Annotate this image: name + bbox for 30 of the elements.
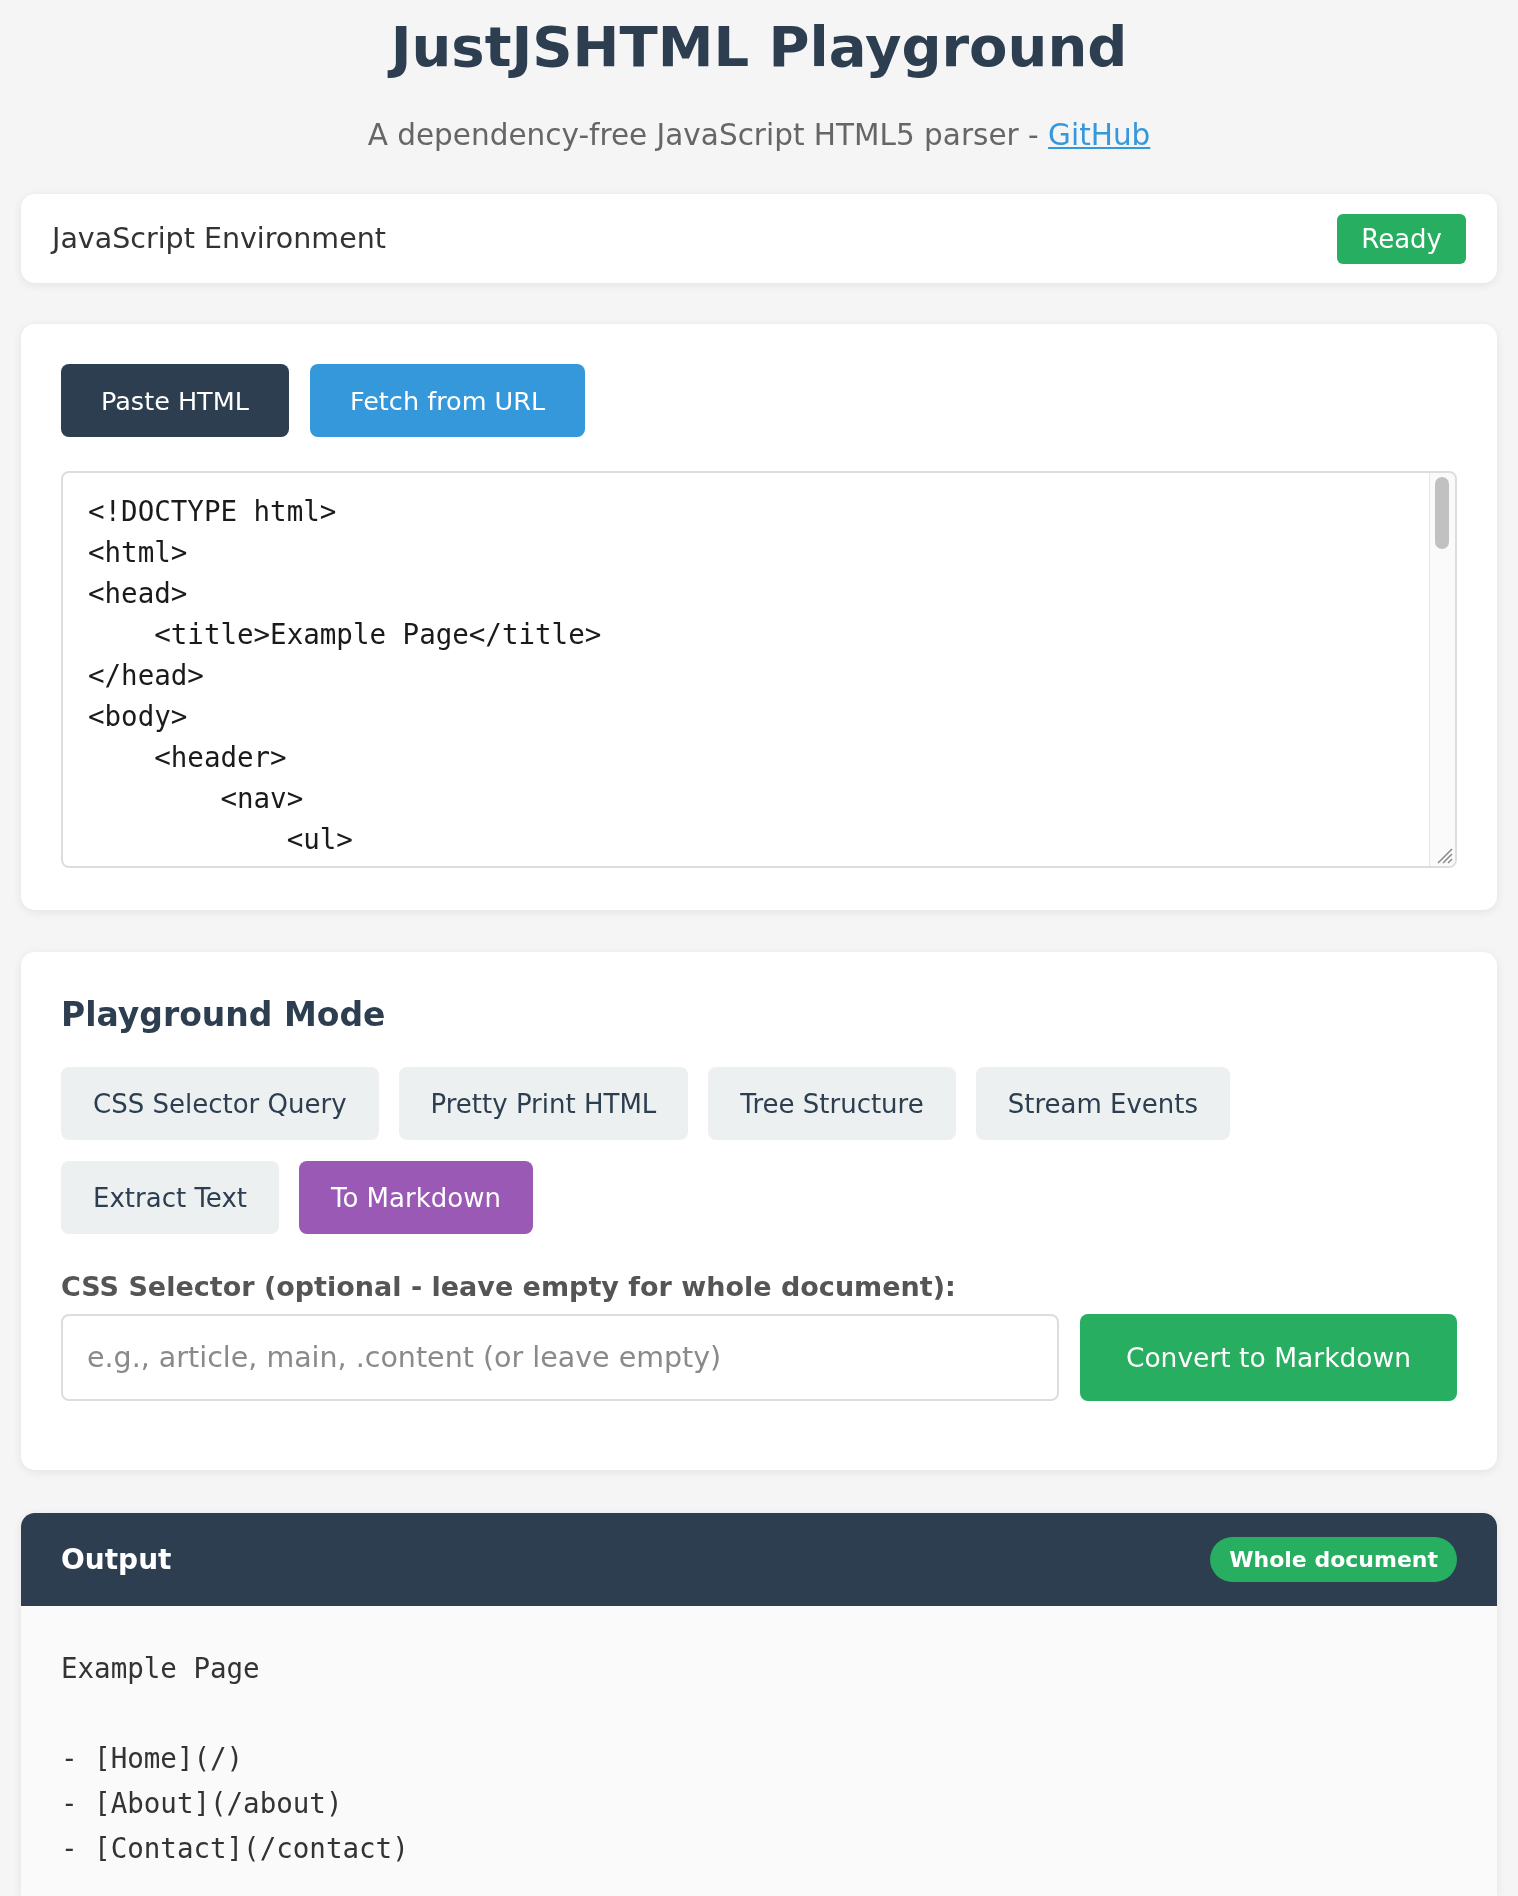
code-line: <title>Example Page</title> (153, 617, 602, 652)
mode-button[interactable]: Pretty Print HTML (398, 1067, 689, 1140)
code-line: <header> (153, 740, 287, 775)
mode-button[interactable]: CSS Selector Query (61, 1067, 379, 1140)
output-title: Output (61, 1543, 172, 1576)
subtitle-text: A dependency-free JavaScript HTML5 parser - GitHub (367, 117, 1151, 153)
selector-label: CSS Selector (optional - leave empty for whole document): (61, 1270, 956, 1304)
code-line: <!DOCTYPE html> (88, 494, 337, 529)
scope-badge: Whole document (1210, 1537, 1457, 1582)
environment-label: JavaScript Environment (52, 222, 386, 255)
code-line: <html> (88, 535, 188, 570)
scrollbar-thumb[interactable] (1435, 477, 1449, 549)
output-line: - [About](/about) (61, 1786, 343, 1821)
mode-button[interactable]: To Markdown (298, 1161, 533, 1234)
code-line: </head> (88, 658, 204, 693)
html-editor-field[interactable]: <!DOCTYPE html> <html> <head> <title>Example Page</title> </head> <body> <header> <nav> <ul> (61, 471, 1457, 868)
status-badge: Ready (1337, 213, 1466, 264)
mode-button[interactable]: Tree Structure (708, 1067, 956, 1140)
section-heading: Playground Mode (61, 994, 386, 1036)
mode-button[interactable]: Stream Events (975, 1067, 1231, 1140)
code-line: <nav> (219, 781, 304, 816)
code-line: <ul> (285, 822, 353, 857)
output-line: - [Contact](/contact) (61, 1831, 409, 1866)
selector-input[interactable]: e.g., article, main, .content (or leave empty) (61, 1314, 1059, 1401)
source-tab[interactable]: Paste HTML (61, 364, 289, 437)
mode-button[interactable]: Extract Text (61, 1161, 279, 1234)
code-line: <head> (88, 576, 188, 611)
output-line: Example Page (61, 1651, 260, 1686)
output-line: - [Home](/) (61, 1741, 244, 1776)
code-line: <body> (88, 699, 188, 734)
